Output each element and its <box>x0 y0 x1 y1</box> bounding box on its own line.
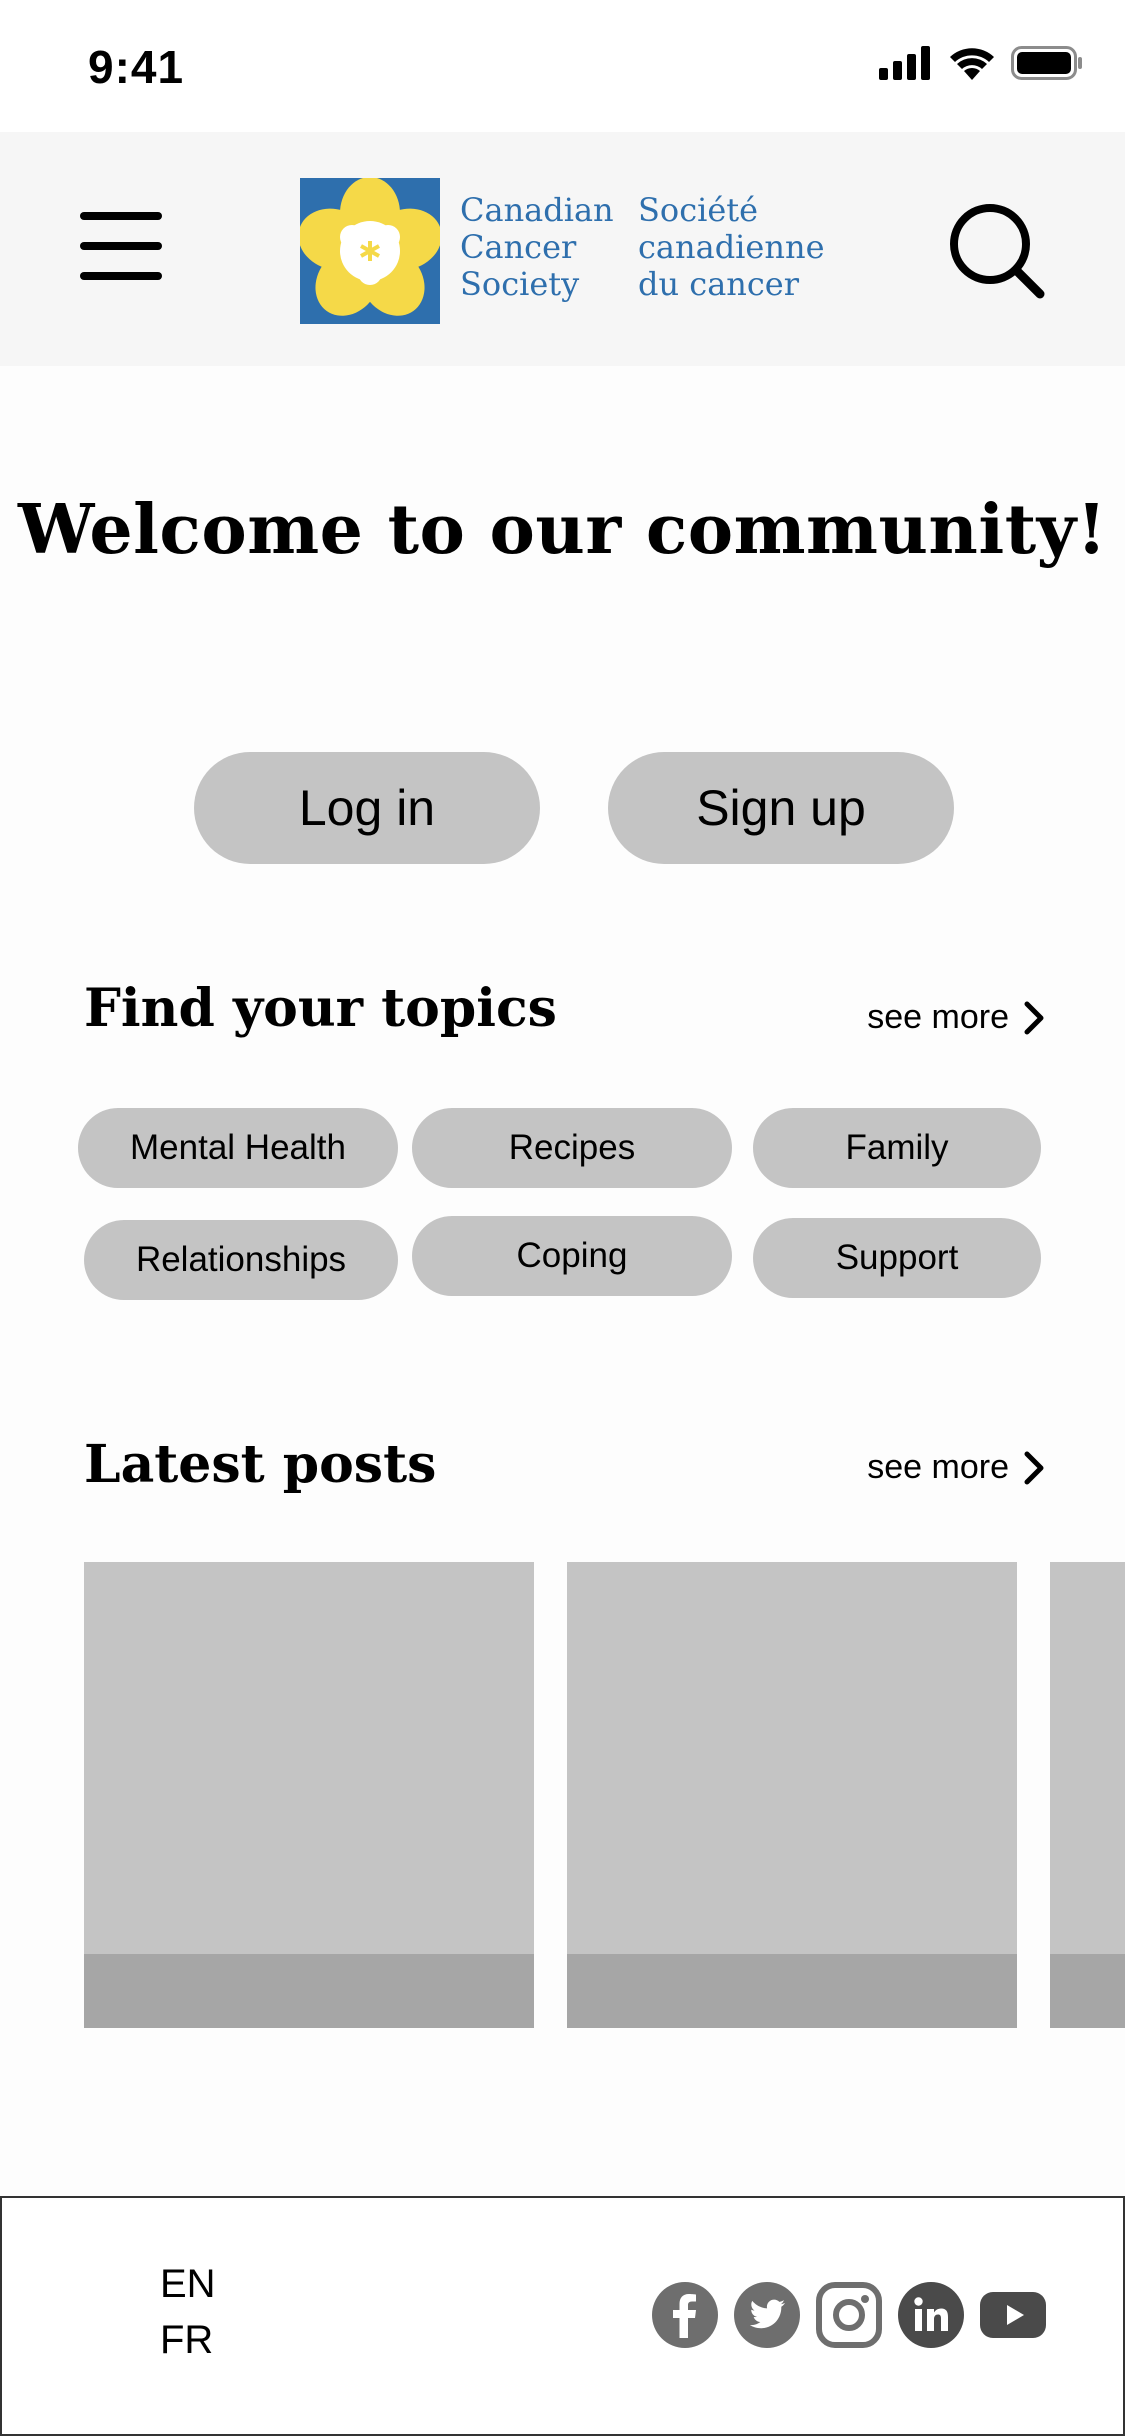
logo-text-line: Society <box>460 265 580 303</box>
status-time: 9:41 <box>88 41 185 93</box>
post-card-footer <box>1050 1954 1125 2028</box>
app-header: Canadian Cancer Society Société canadien… <box>0 132 1125 366</box>
topic-chip-relationships[interactable]: Relationships <box>84 1220 398 1300</box>
page-footer: EN FR <box>0 2196 1125 2436</box>
logo-text-line: Cancer <box>460 228 577 266</box>
battery-icon <box>1011 46 1082 80</box>
chevron-right-icon <box>1024 1451 1044 1484</box>
posts-title: Latest posts <box>84 1434 437 1495</box>
linkedin-icon[interactable] <box>898 2282 964 2348</box>
post-card-footer <box>84 1954 534 2028</box>
topic-chip-mental-health[interactable]: Mental Health <box>78 1108 398 1188</box>
topics-see-more-link[interactable]: see more <box>867 998 1045 1037</box>
instagram-icon[interactable] <box>816 2282 882 2348</box>
topic-chip-support[interactable]: Support <box>753 1218 1041 1298</box>
logo-text-line: canadienne <box>638 228 825 266</box>
menu-button[interactable] <box>80 212 166 282</box>
post-card[interactable] <box>1050 1562 1125 2028</box>
twitter-icon[interactable] <box>734 2282 800 2348</box>
logo-text-en: Canadian Cancer Society <box>460 192 614 303</box>
chevron-right-icon <box>1024 1001 1044 1034</box>
language-en-link[interactable]: EN <box>160 2262 216 2307</box>
society-logo[interactable]: Canadian Cancer Society Société canadien… <box>300 178 830 324</box>
facebook-icon[interactable] <box>652 2282 718 2348</box>
wifi-icon <box>950 48 994 80</box>
hamburger-menu-icon-bar <box>80 242 162 250</box>
signup-button[interactable]: Sign up <box>608 752 954 864</box>
post-card-footer <box>567 1954 1017 2028</box>
daffodil-logo-icon <box>300 178 440 324</box>
login-button[interactable]: Log in <box>194 752 540 864</box>
post-card[interactable] <box>567 1562 1017 2028</box>
search-icon <box>950 204 1045 299</box>
welcome-title: Welcome to our community! <box>18 490 1107 570</box>
logo-text-line: du cancer <box>638 265 800 303</box>
search-button[interactable] <box>946 200 1046 300</box>
post-card[interactable] <box>84 1562 534 2028</box>
status-icons <box>879 46 1083 80</box>
logo-text-line: Société <box>638 191 759 229</box>
language-fr-link[interactable]: FR <box>160 2318 213 2363</box>
topic-chip-family[interactable]: Family <box>753 1108 1041 1188</box>
logo-text-fr: Société canadienne du cancer <box>638 192 825 303</box>
hamburger-menu-icon-bar <box>80 272 162 280</box>
see-more-label: see more <box>867 1448 1009 1486</box>
status-bar: 9:41 <box>0 0 1125 132</box>
topic-chip-recipes[interactable]: Recipes <box>412 1108 732 1188</box>
see-more-label: see more <box>867 998 1009 1036</box>
youtube-icon[interactable] <box>980 2282 1046 2348</box>
logo-text-line: Canadian <box>460 191 614 229</box>
hamburger-menu-icon <box>80 212 162 220</box>
signal-icon <box>879 46 930 80</box>
topic-chip-coping[interactable]: Coping <box>412 1216 732 1296</box>
posts-see-more-link[interactable]: see more <box>867 1448 1045 1487</box>
social-links <box>652 2282 1046 2348</box>
topics-title: Find your topics <box>84 978 557 1039</box>
